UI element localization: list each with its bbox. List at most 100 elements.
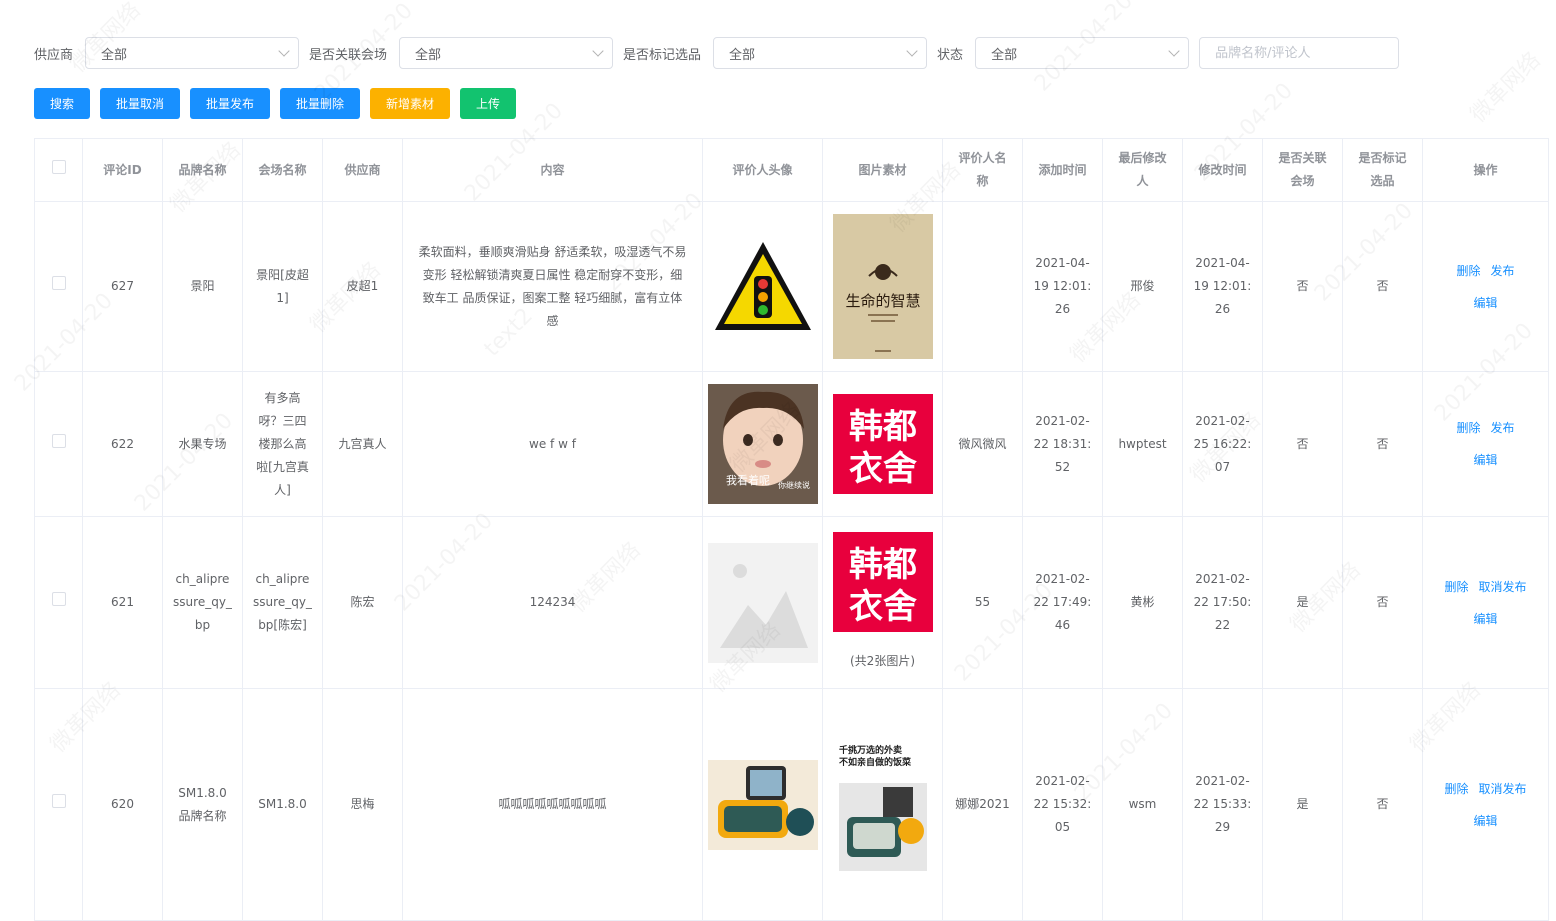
material-cell: 韩都 衣舍 — [822, 371, 943, 517]
modified-time: 2021-02-22 15:33:29 — [1182, 688, 1263, 921]
marked-product: 否 — [1342, 516, 1423, 689]
lunchbox-avatar[interactable] — [707, 759, 818, 850]
comment-id: 622 — [82, 371, 163, 517]
image-placeholder-icon[interactable] — [707, 542, 818, 663]
col-header: 图片素材 — [822, 138, 943, 202]
supplier-name: 皮超1 — [322, 201, 403, 372]
upload-button[interactable]: 上传 — [460, 88, 516, 119]
row-select-cell[interactable] — [34, 371, 83, 517]
logo-text: 韩都 — [849, 407, 917, 447]
marked-label: 是否标记选品 — [623, 47, 702, 63]
reviewer-name: 55 — [942, 516, 1023, 689]
table-row: 627 景阳 景阳[皮超1] 皮超1 柔软面料，垂顺爽滑贴身 舒适柔软，吸湿透气… — [34, 201, 1549, 372]
publish-link[interactable]: 发布 — [1491, 264, 1515, 278]
row-select-cell[interactable] — [34, 688, 83, 921]
row-checkbox[interactable] — [51, 433, 66, 448]
col-header: 品牌名称 — [162, 138, 243, 202]
reviewer-name: 娜娜2021 — [942, 688, 1023, 921]
col-header: 会场名称 — [242, 138, 323, 202]
batch-cancel-button[interactable]: 批量取消 — [100, 88, 180, 119]
col-header: 评论ID — [82, 138, 163, 202]
row-checkbox[interactable] — [51, 592, 66, 606]
brand-logo-image[interactable]: 韩都 衣舍 — [832, 532, 933, 632]
book-cover-image[interactable]: 生命的智慧 — [832, 214, 933, 359]
comment-id: 621 — [82, 516, 163, 689]
action-bar: 搜索 批量取消 批量发布 批量删除 新增素材 上传 — [34, 88, 526, 119]
row-checkbox[interactable] — [51, 794, 66, 808]
last-modifier: wsm — [1102, 688, 1183, 921]
avatar-cell: 我看着呢 你继续说 — [702, 371, 823, 517]
marked-product: 否 — [1342, 201, 1423, 372]
supplier-label: 供应商 — [34, 47, 74, 63]
search-button[interactable]: 搜索 — [34, 88, 90, 119]
supplier-select[interactable]: 全部 — [85, 37, 300, 69]
edit-link[interactable]: 编辑 — [1473, 296, 1497, 310]
marked-select[interactable]: 全部 — [713, 37, 928, 69]
venue-select[interactable]: 全部 — [399, 37, 614, 69]
content-text: we f w f — [402, 371, 703, 517]
delete-link[interactable]: 删除 — [1456, 264, 1480, 278]
content-text: 柔软面料，垂顺爽滑贴身 舒适柔软，吸湿透气不易变形 轻松解锁清爽夏日属性 稳定耐… — [402, 201, 703, 372]
added-time: 2021-04-19 12:01:26 — [1022, 201, 1103, 372]
row-select-cell[interactable] — [34, 201, 83, 372]
logo-text: 衣舍 — [849, 449, 917, 489]
avatar-caption: 我看着呢 — [726, 473, 770, 487]
avatar-caption: 你继续说 — [778, 480, 810, 490]
table-row: 621 ch_alipressure_qy_bp ch_alipressure_… — [34, 516, 1549, 689]
col-header: 操作 — [1422, 138, 1549, 202]
reviewer-name — [942, 201, 1023, 372]
venue-name: SM1.8.0 — [242, 688, 323, 921]
supplier-name: 陈宏 — [322, 516, 403, 689]
chevron-down-icon — [906, 45, 918, 57]
brand-logo-image[interactable]: 韩都 衣舍 — [832, 394, 933, 494]
venue-select-value: 全部 — [415, 47, 442, 63]
comment-id: 620 — [82, 688, 163, 921]
add-material-button[interactable]: 新增素材 — [370, 88, 450, 119]
food-photo-image[interactable]: 千挑万选的外卖 不如亲自做的饭菜 — [832, 734, 933, 875]
edit-link[interactable]: 编辑 — [1473, 612, 1497, 626]
venue-name: ch_alipressure_qy_bp[陈宏] — [242, 516, 323, 689]
reviewer-name: 微风微风 — [942, 371, 1023, 517]
col-header: 供应商 — [322, 138, 403, 202]
chevron-down-icon — [1168, 45, 1180, 57]
content-text: 124234 — [402, 516, 703, 689]
edit-link[interactable]: 编辑 — [1473, 453, 1497, 467]
row-select-cell[interactable] — [34, 516, 83, 689]
col-header: 添加时间 — [1022, 138, 1103, 202]
search-input[interactable] — [1199, 37, 1400, 69]
unpublish-link[interactable]: 取消发布 — [1479, 580, 1527, 594]
col-header: 内容 — [402, 138, 703, 202]
brand-name: 景阳 — [162, 201, 243, 372]
col-header: 是否标记选品 — [1342, 138, 1423, 202]
batch-delete-button[interactable]: 批量删除 — [280, 88, 360, 119]
venue-label: 是否关联会场 — [309, 47, 388, 63]
delete-link[interactable]: 删除 — [1444, 580, 1468, 594]
select-all-cell[interactable] — [34, 138, 83, 202]
col-header: 修改时间 — [1182, 138, 1263, 202]
linked-venue: 否 — [1262, 371, 1343, 517]
publish-link[interactable]: 发布 — [1491, 421, 1515, 435]
select-all-checkbox[interactable] — [51, 159, 66, 174]
batch-publish-button[interactable]: 批量发布 — [190, 88, 270, 119]
child-photo-avatar[interactable]: 我看着呢 你继续说 — [707, 384, 818, 504]
book-title: 生命的智慧 — [845, 292, 920, 310]
status-select[interactable]: 全部 — [975, 37, 1190, 69]
col-header: 最后修改人 — [1102, 138, 1183, 202]
actions-cell: 删除 发布 编辑 — [1422, 201, 1549, 372]
last-modifier: hwptest — [1102, 371, 1183, 517]
col-header: 是否关联会场 — [1262, 138, 1343, 202]
edit-link[interactable]: 编辑 — [1473, 814, 1497, 828]
material-cell: 千挑万选的外卖 不如亲自做的饭菜 — [822, 688, 943, 921]
status-select-value: 全部 — [991, 47, 1018, 63]
delete-link[interactable]: 删除 — [1456, 421, 1480, 435]
status-label: 状态 — [937, 47, 964, 63]
unpublish-link[interactable]: 取消发布 — [1479, 782, 1527, 796]
added-time: 2021-02-22 15:32:05 — [1022, 688, 1103, 921]
supplier-select-value: 全部 — [101, 47, 128, 63]
warning-sign-avatar[interactable] — [707, 231, 818, 342]
added-time: 2021-02-22 17:49:46 — [1022, 516, 1103, 689]
comment-id: 627 — [82, 201, 163, 372]
table-header-row: 评论ID 品牌名称 会场名称 供应商 内容 评价人头像 图片素材 评价人名称 添… — [34, 138, 1549, 202]
delete-link[interactable]: 删除 — [1444, 782, 1468, 796]
row-checkbox[interactable] — [51, 276, 66, 290]
